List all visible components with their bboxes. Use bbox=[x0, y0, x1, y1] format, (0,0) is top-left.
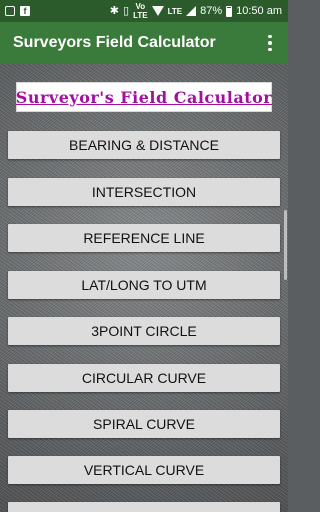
status-time: 10:50 am bbox=[236, 5, 282, 17]
vertical-curve-button[interactable]: VERTICAL CURVE bbox=[8, 456, 280, 484]
intersection-button[interactable]: INTERSECTION bbox=[8, 178, 280, 206]
status-left-icons: f bbox=[5, 0, 30, 22]
status-bar: f ✱ ▯ Vo LTE LTE 87% 10:50 am bbox=[0, 0, 288, 22]
signal-icon bbox=[186, 6, 197, 16]
lte-icon: LTE bbox=[167, 6, 183, 16]
bearing-distance-button[interactable]: BEARING & DISTANCE bbox=[8, 131, 280, 159]
battery-icon bbox=[226, 5, 233, 17]
more-vert-icon[interactable] bbox=[260, 33, 280, 53]
circular-curve-button[interactable]: CIRCULAR CURVE bbox=[8, 364, 280, 392]
notification-icon bbox=[5, 6, 15, 16]
3point-circle-button[interactable]: 3POINT CIRCLE bbox=[8, 317, 280, 345]
banner: Surveyor's Field Calculator bbox=[16, 82, 272, 112]
main-content[interactable]: Surveyor's Field Calculator BEARING & DI… bbox=[0, 64, 288, 512]
facebook-icon: f bbox=[20, 6, 30, 16]
status-right-icons: ✱ ▯ Vo LTE LTE 87% 10:50 am bbox=[110, 0, 282, 22]
volte-icon: Vo LTE bbox=[133, 2, 148, 20]
spiral-curve-button[interactable]: SPIRAL CURVE bbox=[8, 410, 280, 438]
scrollbar[interactable] bbox=[284, 210, 287, 280]
latlong-to-utm-button[interactable]: LAT/LONG TO UTM bbox=[8, 271, 280, 299]
bluetooth-icon: ✱ bbox=[109, 5, 119, 17]
battery-percent: 87% bbox=[200, 5, 223, 17]
app-bar: Surveyors Field Calculator bbox=[0, 22, 288, 64]
partial-next-button[interactable] bbox=[8, 502, 280, 512]
vibrate-icon: ▯ bbox=[123, 5, 130, 17]
app-title: Surveyors Field Calculator bbox=[13, 34, 216, 51]
wifi-icon bbox=[151, 6, 164, 16]
reference-line-button[interactable]: REFERENCE LINE bbox=[8, 224, 280, 252]
banner-title: Surveyor's Field Calculator bbox=[15, 87, 273, 107]
